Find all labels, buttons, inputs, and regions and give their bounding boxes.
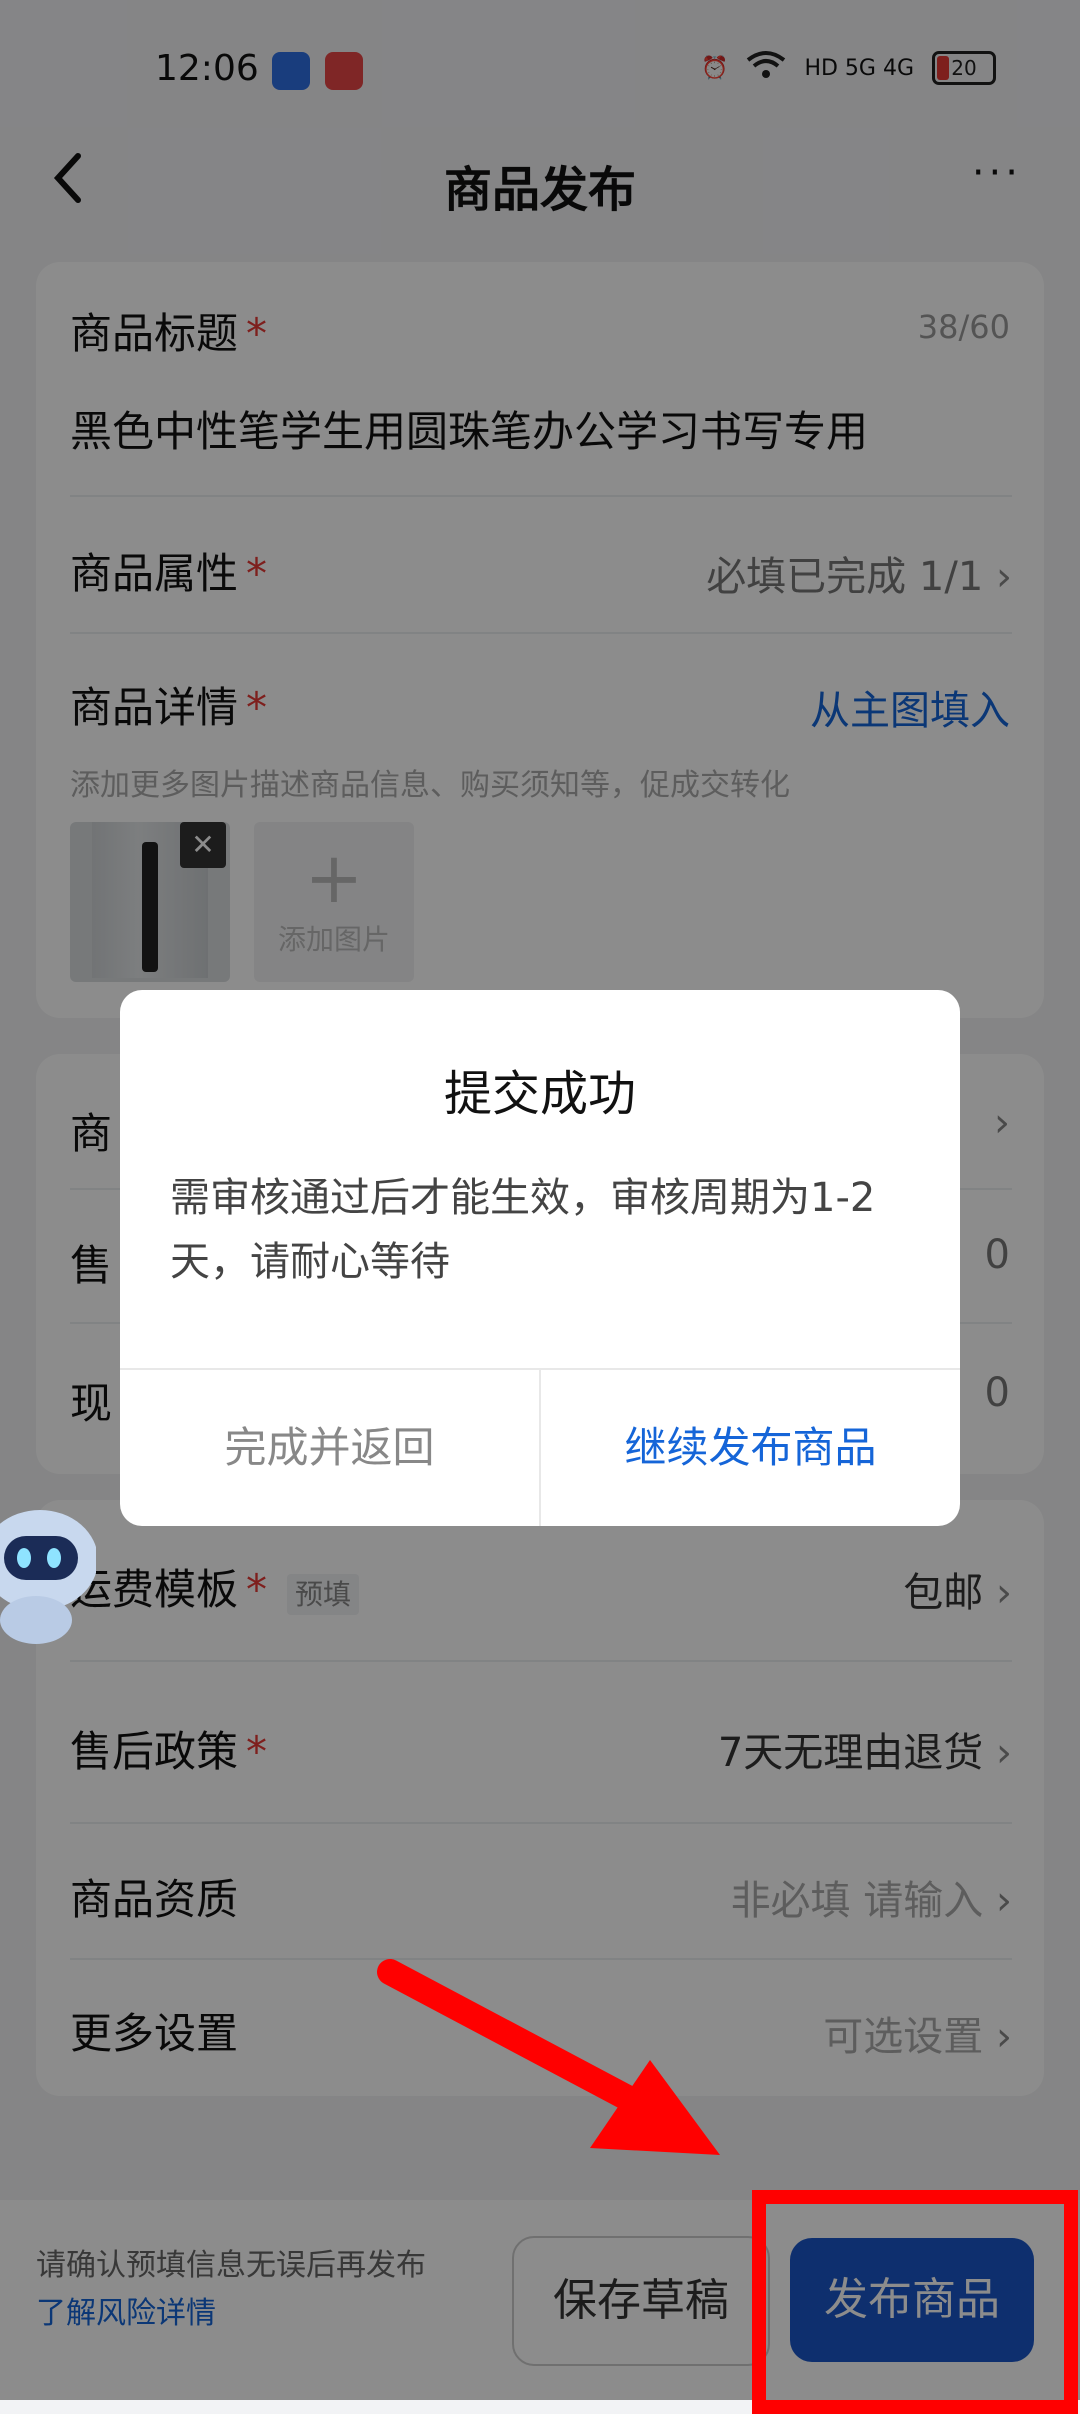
assistant-robot-icon[interactable] [0,1500,98,1650]
submit-success-dialog: 提交成功 需审核通过后才能生效，审核周期为1-2天，请耐心等待 完成并返回 继续… [120,990,960,1526]
annotation-highlight-box [752,2190,1078,2414]
continue-publishing-button[interactable]: 继续发布商品 [541,1370,960,1526]
annotation-arrow-icon [377,1959,720,2155]
dialog-message: 需审核通过后才能生效，审核周期为1-2天，请耐心等待 [170,1175,876,1285]
done-and-return-button[interactable]: 完成并返回 [120,1370,539,1526]
dialog-title: 提交成功 [443,1066,636,1122]
